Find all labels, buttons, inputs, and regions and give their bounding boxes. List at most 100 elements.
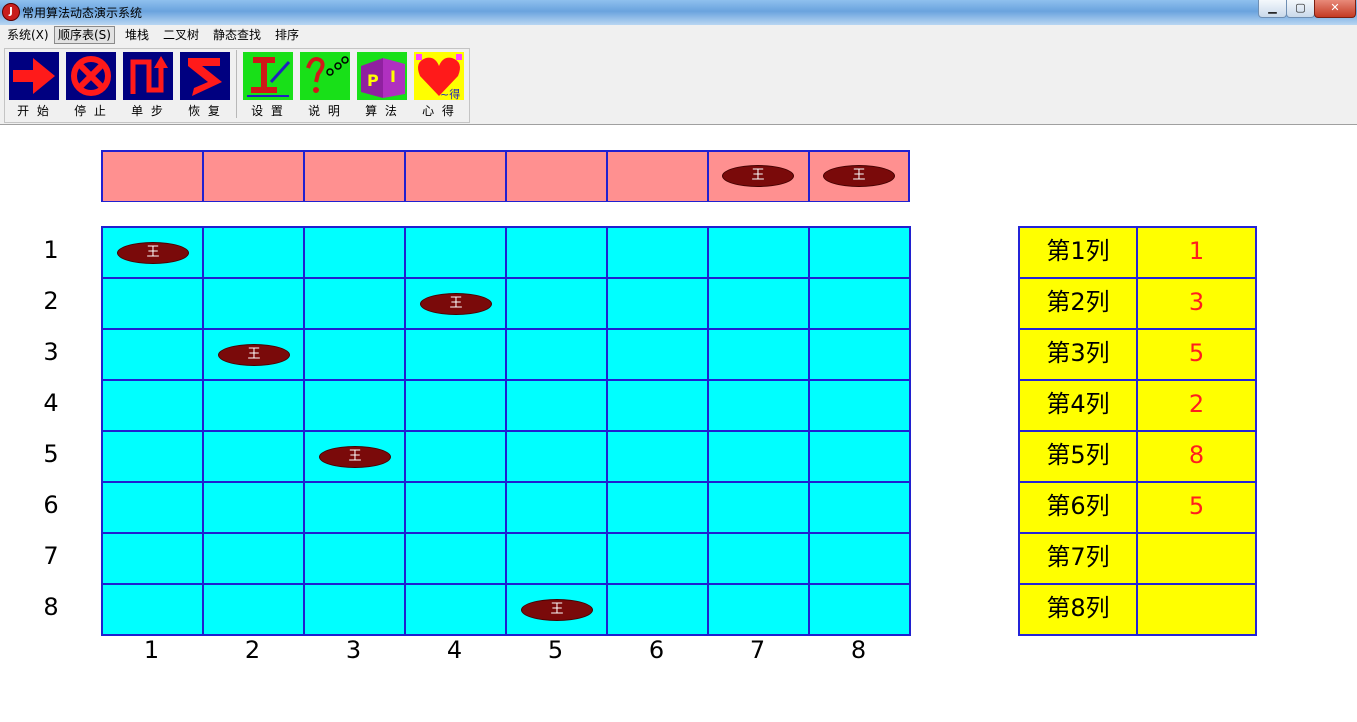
board-cell [303,226,406,279]
board-cell [404,481,507,534]
settings-label: 设 置 [251,104,285,118]
menu-sequential-list[interactable]: 顺序表(S) [54,26,115,44]
stop-button[interactable]: 停 止 [66,52,116,119]
column-label: 7 [749,636,766,664]
board-cell [808,481,911,534]
title-bar: J 常用算法动态演示系统 ▁ ▢ ✕ [0,0,1357,25]
board-cell [404,379,507,432]
column-label-cell: 第2列 [1018,277,1138,330]
board-cell [404,328,507,381]
board-cell [505,328,608,381]
column-value-cell: 5 [1136,481,1257,534]
help-label: 说 明 [308,104,342,118]
window-title: 常用算法动态演示系统 [22,6,143,20]
column-label-cell: 第4列 [1018,379,1138,432]
start-button[interactable]: 开 始 [9,52,59,119]
board-cell [404,583,507,636]
board-cell [202,583,305,636]
board-cell [303,277,406,330]
board-cell [707,583,810,636]
column-value-cell: 1 [1136,226,1257,279]
board-cell [808,328,911,381]
resume-icon [180,52,230,100]
board-cell [303,532,406,585]
start-arrow-icon [9,52,59,100]
row-label: 5 [43,440,59,468]
board-cell [606,226,709,279]
menu-static-search[interactable]: 静态查找 [210,27,264,43]
board-cell [808,430,911,483]
row-label: 7 [43,542,59,570]
menu-system[interactable]: 系统(X) [4,27,52,43]
notes-label: 心 得 [422,104,456,118]
board-cell [505,481,608,534]
pending-cell [202,150,304,202]
board-cell [707,430,810,483]
notes-button[interactable]: ~得 心 得 [414,52,464,119]
board-cell [808,379,911,432]
column-value-cell: 3 [1136,277,1257,330]
board-cell [101,430,204,483]
menu-sort[interactable]: 排序 [272,27,302,43]
step-label: 单 步 [131,104,165,118]
board-cell [808,583,911,636]
board-cell [202,379,305,432]
pending-cell [505,150,607,202]
row-label: 1 [43,236,59,264]
column-value-cell: 5 [1136,328,1257,381]
column-label-cell: 第8列 [1018,583,1138,636]
column-label-cell: 第1列 [1018,226,1138,279]
close-button[interactable]: ✕ [1314,0,1356,18]
board-cell [505,430,608,483]
queen-piece: 王 [218,344,290,366]
app-icon[interactable]: J [2,3,20,21]
board-cell [505,532,608,585]
board-cell [606,532,709,585]
minimize-button[interactable]: ▁ [1258,0,1287,18]
resume-label: 恢 复 [188,104,222,118]
column-label: 4 [446,636,463,664]
board-cell [606,277,709,330]
maximize-button[interactable]: ▢ [1286,0,1315,18]
settings-button[interactable]: 设 置 [243,52,293,119]
step-button[interactable]: 单 步 [123,52,173,119]
help-icon [300,52,350,100]
column-label-cell: 第5列 [1018,430,1138,483]
board-cell [101,532,204,585]
column-value-cell [1136,532,1257,585]
board-cell [505,379,608,432]
column-label: 5 [547,636,564,664]
menu-stack[interactable]: 堆栈 [122,27,152,43]
resume-button[interactable]: 恢 复 [180,52,230,119]
menu-binary-tree[interactable]: 二叉树 [160,27,202,43]
column-label: 3 [345,636,362,664]
board-cell [202,430,305,483]
row-label: 6 [43,491,59,519]
queen-piece: 王 [117,242,189,264]
column-label: 2 [244,636,261,664]
board-cell [707,277,810,330]
board-cell [202,277,305,330]
board-cell [808,277,911,330]
algorithm-icon: PI [357,52,407,100]
column-label: 8 [850,636,867,664]
help-button[interactable]: 说 明 [300,52,350,119]
svg-text:P: P [367,71,379,90]
queen-piece: 王 [319,446,391,468]
column-label-cell: 第7列 [1018,532,1138,585]
pending-cell [303,150,405,202]
row-label: 4 [43,389,59,417]
chess-board: 王王王王王 [101,226,911,636]
pending-queen: 王 [722,165,794,187]
toolbar-separator [236,50,237,118]
pending-queen: 王 [823,165,895,187]
board-cell [707,379,810,432]
algorithm-label: 算 法 [365,104,399,118]
board-cell [707,226,810,279]
algorithm-button[interactable]: PI 算 法 [357,52,407,119]
column-label: 1 [143,636,160,664]
board-cell [101,379,204,432]
queen-piece: 王 [521,599,593,621]
pending-cell [606,150,708,202]
svg-text:~得: ~得 [440,88,460,100]
